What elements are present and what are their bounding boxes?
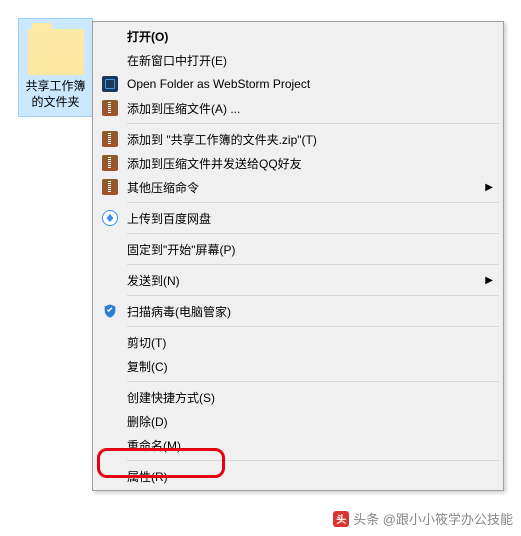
- menu-icon-slot: [99, 387, 121, 407]
- menu-icon-slot: [99, 239, 121, 259]
- menu-icon-slot: [99, 332, 121, 352]
- menu-icon-slot: [99, 466, 121, 486]
- shield-icon: [102, 303, 118, 319]
- baidu-icon: [102, 210, 118, 226]
- menu-icon-slot: [99, 208, 121, 228]
- menu-item-label: Open Folder as WebStorm Project: [121, 77, 493, 91]
- menu-item[interactable]: 扫描病毒(电脑管家): [95, 299, 501, 323]
- desktop-folder[interactable]: 共享工作簿的文件夹: [18, 18, 93, 117]
- archive-icon: [102, 155, 118, 171]
- menu-separator: [127, 264, 499, 265]
- menu-item-label: 发送到(N): [121, 272, 481, 289]
- webstorm-icon: [102, 76, 118, 92]
- menu-item[interactable]: 其他压缩命令 ▶: [95, 175, 501, 199]
- menu-item[interactable]: 上传到百度网盘: [95, 206, 501, 230]
- menu-item[interactable]: 重命名(M): [95, 433, 501, 457]
- menu-item[interactable]: 发送到(N) ▶: [95, 268, 501, 292]
- watermark-logo: 头: [333, 511, 349, 527]
- menu-icon-slot: [99, 26, 121, 46]
- menu-icon-slot: [99, 98, 121, 118]
- archive-icon: [102, 179, 118, 195]
- menu-separator: [127, 326, 499, 327]
- menu-item[interactable]: 删除(D): [95, 409, 501, 433]
- menu-item-label: 在新窗口中打开(E): [121, 52, 493, 69]
- menu-item-label: 复制(C): [121, 358, 493, 375]
- menu-separator: [127, 381, 499, 382]
- menu-item-label: 其他压缩命令: [121, 179, 481, 196]
- submenu-arrow-icon: ▶: [485, 182, 493, 193]
- menu-item-label: 添加到 "共享工作簿的文件夹.zip"(T): [121, 131, 493, 148]
- submenu-arrow-icon: ▶: [485, 275, 493, 286]
- menu-icon-slot: [99, 411, 121, 431]
- menu-item[interactable]: 复制(C): [95, 354, 501, 378]
- context-menu: 打开(O) 在新窗口中打开(E) Open Folder as WebStorm P…: [92, 21, 504, 491]
- menu-item-label: 固定到"开始"屏幕(P): [121, 241, 493, 258]
- menu-item-label: 重命名(M): [121, 437, 493, 454]
- menu-item[interactable]: 在新窗口中打开(E): [95, 48, 501, 72]
- menu-item-label: 剪切(T): [121, 334, 493, 351]
- menu-item-label: 添加到压缩文件并发送给QQ好友: [121, 155, 493, 172]
- menu-item-label: 上传到百度网盘: [121, 210, 493, 227]
- watermark: 头 头条 @跟小小筱学办公技能: [333, 509, 513, 528]
- menu-item[interactable]: 创建快捷方式(S): [95, 385, 501, 409]
- menu-item[interactable]: Open Folder as WebStorm Project: [95, 72, 501, 96]
- menu-separator: [127, 233, 499, 234]
- menu-item[interactable]: 添加到压缩文件(A) ...: [95, 96, 501, 120]
- menu-icon-slot: [99, 74, 121, 94]
- menu-separator: [127, 460, 499, 461]
- archive-icon: [102, 131, 118, 147]
- menu-icon-slot: [99, 129, 121, 149]
- menu-separator: [127, 202, 499, 203]
- menu-icon-slot: [99, 177, 121, 197]
- menu-item-label: 添加到压缩文件(A) ...: [121, 100, 493, 117]
- folder-label: 共享工作簿的文件夹: [21, 79, 90, 110]
- menu-item-label: 属性(R): [121, 468, 493, 485]
- menu-item-label: 打开(O): [121, 28, 493, 45]
- menu-item-label: 删除(D): [121, 413, 493, 430]
- menu-item[interactable]: 添加到 "共享工作簿的文件夹.zip"(T): [95, 127, 501, 151]
- menu-item[interactable]: 打开(O): [95, 24, 501, 48]
- archive-icon: [102, 100, 118, 116]
- menu-icon-slot: [99, 435, 121, 455]
- menu-icon-slot: [99, 153, 121, 173]
- menu-item-label: 扫描病毒(电脑管家): [121, 303, 493, 320]
- menu-icon-slot: [99, 356, 121, 376]
- menu-item[interactable]: 属性(R): [95, 464, 501, 488]
- menu-item-label: 创建快捷方式(S): [121, 389, 493, 406]
- menu-icon-slot: [99, 270, 121, 290]
- menu-item[interactable]: 固定到"开始"屏幕(P): [95, 237, 501, 261]
- menu-separator: [127, 123, 499, 124]
- menu-item[interactable]: 添加到压缩文件并发送给QQ好友: [95, 151, 501, 175]
- folder-icon: [28, 29, 84, 75]
- menu-icon-slot: [99, 50, 121, 70]
- menu-item[interactable]: 剪切(T): [95, 330, 501, 354]
- watermark-text: 头条 @跟小小筱学办公技能: [353, 509, 513, 528]
- menu-icon-slot: [99, 301, 121, 321]
- menu-separator: [127, 295, 499, 296]
